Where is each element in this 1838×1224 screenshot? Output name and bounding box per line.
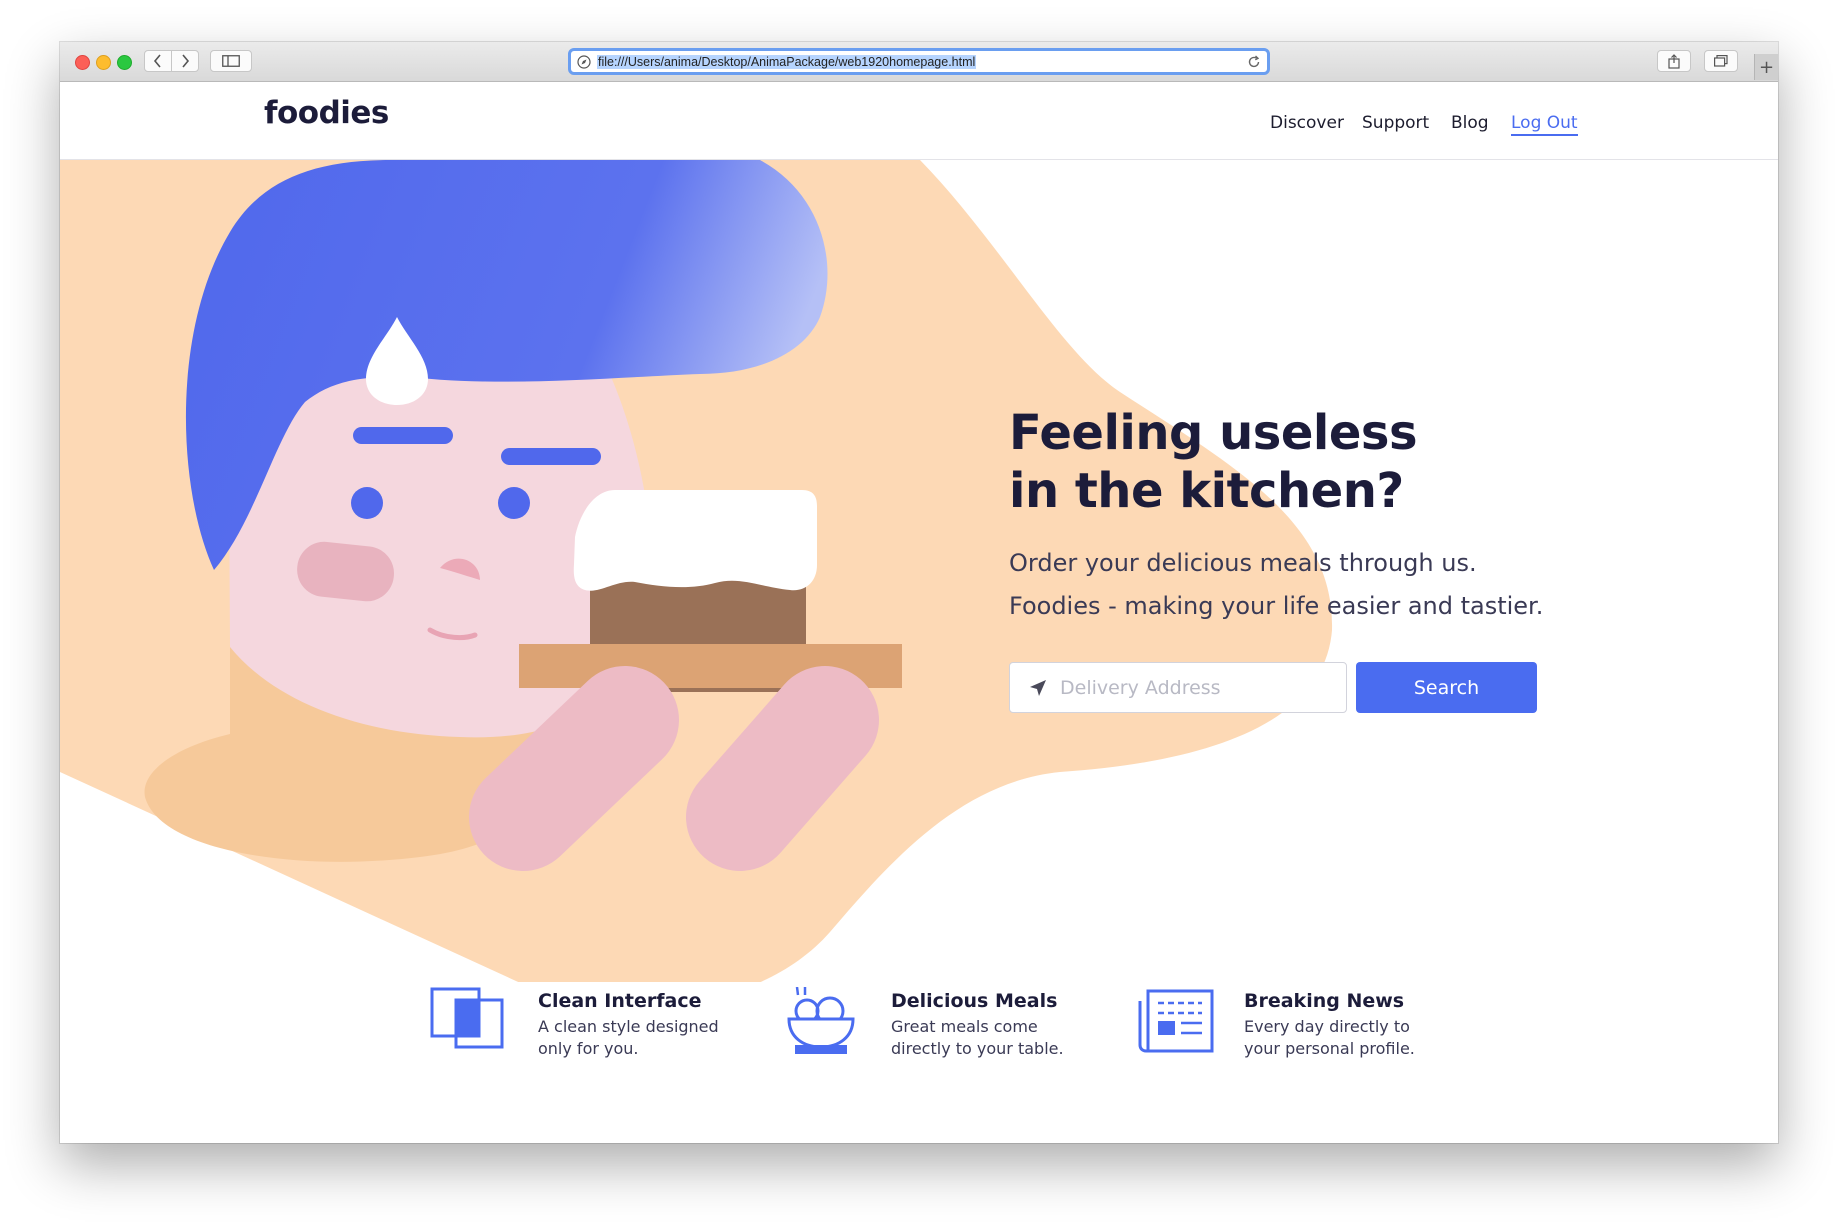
nav-discover[interactable]: Discover xyxy=(1270,113,1344,133)
feature-text: Clean Interface A clean style designed o… xyxy=(538,990,723,1060)
hero-text-block: Feeling useless in the kitchen? Order yo… xyxy=(1009,404,1543,628)
feature-description: Every day directly to your personal prof… xyxy=(1244,1017,1415,1058)
right-eyebrow xyxy=(501,448,601,465)
right-hand xyxy=(686,666,879,871)
left-eye xyxy=(351,487,383,519)
feature-title: Delicious Meals xyxy=(891,990,1058,1012)
feature-delicious-meals: Delicious Meals Great meals come directl… xyxy=(783,987,1076,1060)
browser-window: file:///Users/anima/Desktop/AnimaPackage… xyxy=(60,42,1778,1143)
new-tab-button[interactable]: + xyxy=(1754,54,1778,80)
zoom-window-button[interactable] xyxy=(117,55,132,70)
close-window-button[interactable] xyxy=(75,55,90,70)
cake-frosting xyxy=(573,490,817,591)
plus-icon: + xyxy=(1758,56,1775,78)
feature-title: Breaking News xyxy=(1244,990,1405,1012)
address-bar[interactable]: file:///Users/anima/Desktop/AnimaPackage… xyxy=(568,48,1270,75)
site-header: foodies Discover Support Blog Log Out xyxy=(60,82,1778,160)
compass-icon xyxy=(577,54,591,69)
right-eye xyxy=(498,487,530,519)
features-section: Clean Interface A clean style designed o… xyxy=(60,987,1778,1077)
hero-subtitle: Order your delicious meals through us. F… xyxy=(1009,542,1543,628)
share-button[interactable] xyxy=(1657,50,1691,72)
url-text[interactable]: file:///Users/anima/Desktop/AnimaPackage… xyxy=(597,54,977,69)
hero-subtitle-line-2: Foodies - making your life easier and ta… xyxy=(1009,592,1544,620)
title-bar: file:///Users/anima/Desktop/AnimaPackage… xyxy=(60,42,1778,82)
layers-icon xyxy=(430,987,504,1049)
forward-icon xyxy=(182,54,190,68)
feature-breaking-news: Breaking News Every day directly to your… xyxy=(1136,987,1429,1060)
site-logo[interactable]: foodies xyxy=(264,95,389,131)
back-button[interactable] xyxy=(144,50,172,72)
hero-headline: Feeling useless in the kitchen? xyxy=(1009,405,1418,519)
minimize-window-button[interactable] xyxy=(96,55,111,70)
web-page: foodies Discover Support Blog Log Out Fe… xyxy=(60,82,1778,1143)
hero-subtitle-line-1: Order your delicious meals through us. xyxy=(1009,549,1477,577)
back-icon xyxy=(153,54,161,68)
bowl-icon xyxy=(787,987,855,1054)
reload-icon xyxy=(1248,54,1260,67)
nav-blog[interactable]: Blog xyxy=(1451,113,1489,133)
search-form: Search xyxy=(1009,662,1537,713)
nav-logout[interactable]: Log Out xyxy=(1511,113,1578,136)
feature-text: Breaking News Every day directly to your… xyxy=(1244,990,1429,1060)
search-button[interactable]: Search xyxy=(1356,662,1537,713)
feature-text: Delicious Meals Great meals come directl… xyxy=(891,990,1076,1060)
sidebar-icon xyxy=(222,55,240,67)
feature-description: A clean style designed only for you. xyxy=(538,1017,719,1058)
feature-clean-interface: Clean Interface A clean style designed o… xyxy=(430,987,723,1060)
forward-button[interactable] xyxy=(171,50,199,72)
tabs-icon xyxy=(1714,55,1728,67)
reload-button[interactable] xyxy=(1247,54,1261,69)
feature-description: Great meals come directly to your table. xyxy=(891,1017,1064,1058)
delivery-address-input[interactable] xyxy=(1058,675,1342,700)
share-icon xyxy=(1668,53,1680,69)
nav-support[interactable]: Support xyxy=(1362,113,1429,133)
newspaper-icon xyxy=(1138,989,1214,1053)
left-eyebrow xyxy=(353,427,453,444)
location-arrow-icon xyxy=(1030,679,1046,696)
sidebar-button[interactable] xyxy=(210,50,252,72)
show-tabs-button[interactable] xyxy=(1704,50,1738,72)
left-hand xyxy=(469,666,679,871)
feature-title: Clean Interface xyxy=(538,990,702,1012)
delivery-address-field[interactable] xyxy=(1009,662,1347,713)
